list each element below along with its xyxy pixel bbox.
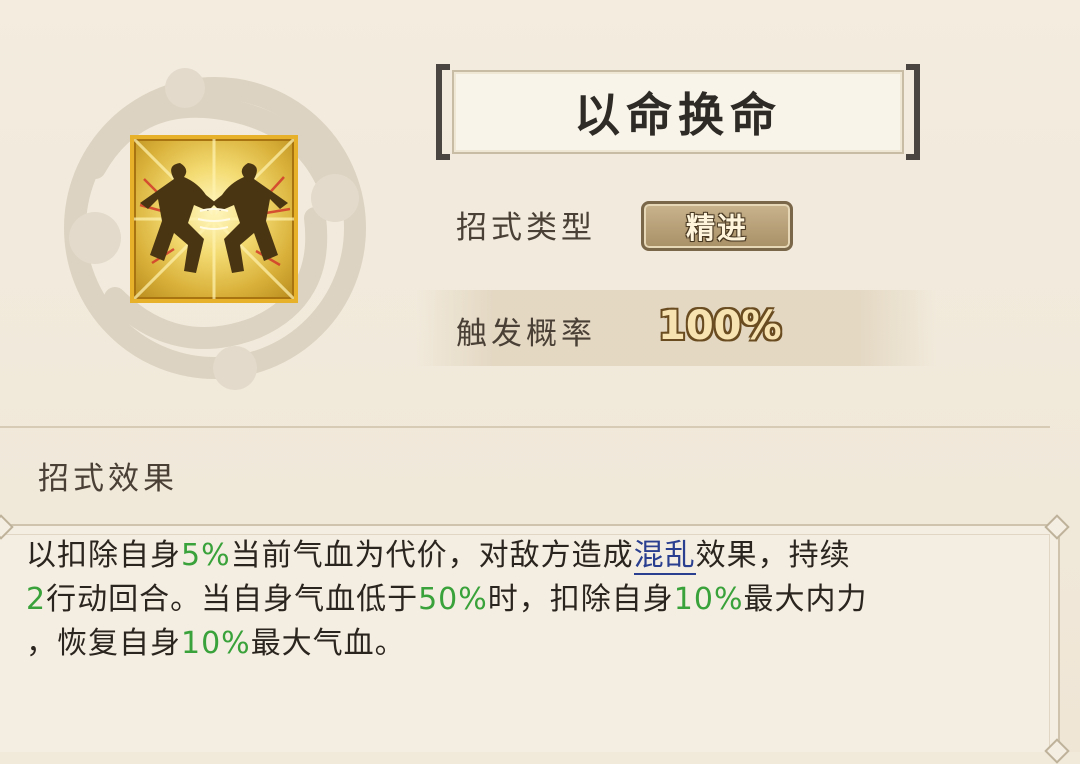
skill-title-plate: 以命换命 (436, 64, 920, 160)
effect-description: 以扣除自身5%当前气血为代价，对敌方造成混乱效果，持续 2行动回合。当自身气血低… (26, 534, 1026, 666)
title-inner: 以命换命 (452, 70, 904, 154)
effect-value: 2 (26, 582, 47, 617)
trigger-rate-label: 触发概率 (456, 316, 596, 352)
effect-text: 时，扣除自身 (487, 582, 674, 617)
effect-text: 效果，持续 (695, 538, 851, 573)
corner-ornament (0, 514, 14, 540)
effect-value: 10% (673, 582, 744, 617)
title-bracket-left (436, 64, 450, 160)
skill-name: 以命换命 (574, 88, 782, 142)
effect-heading: 招式效果 (38, 461, 178, 497)
dueling-fighters-icon (134, 139, 294, 299)
section-divider (0, 426, 1050, 428)
corner-ornament (1044, 738, 1070, 764)
skill-type-label: 招式类型 (456, 210, 596, 246)
effect-value: 50% (418, 582, 488, 617)
effect-line-1: 以扣除自身5%当前气血为代价，对敌方造成混乱效果，持续 (26, 534, 1026, 578)
effect-value: 10% (181, 626, 251, 661)
effect-value: 5% (181, 538, 231, 573)
skill-type-value: 精进 (685, 211, 748, 245)
status-keyword-link[interactable]: 混乱 (633, 538, 696, 575)
effect-text: 行动回合。当自身气血低于 (46, 582, 419, 617)
effect-text: 以扣除自身 (26, 538, 181, 573)
effect-text: 最大气血。 (250, 626, 406, 661)
title-bracket-right (906, 64, 920, 160)
corner-ornament (1044, 514, 1070, 540)
effect-text: 最大内力 (743, 582, 868, 617)
effect-text: 当前气血为代价，对敌方造成 (230, 538, 634, 573)
trigger-rate-value: 100% (658, 303, 782, 349)
skill-icon[interactable] (130, 135, 298, 303)
effect-line-3: ，恢复自身10%最大气血。 (26, 622, 1026, 666)
effect-line-2: 2行动回合。当自身气血低于50%时，扣除自身10%最大内力 (26, 578, 1026, 622)
skill-detail-panel: 以命换命 招式类型 精进 触发概率 100% 招式效果 以扣除自身5%当前气血为… (0, 0, 1080, 764)
effect-text: ，恢复自身 (26, 626, 181, 661)
skill-type-badge: 精进 (641, 201, 793, 251)
